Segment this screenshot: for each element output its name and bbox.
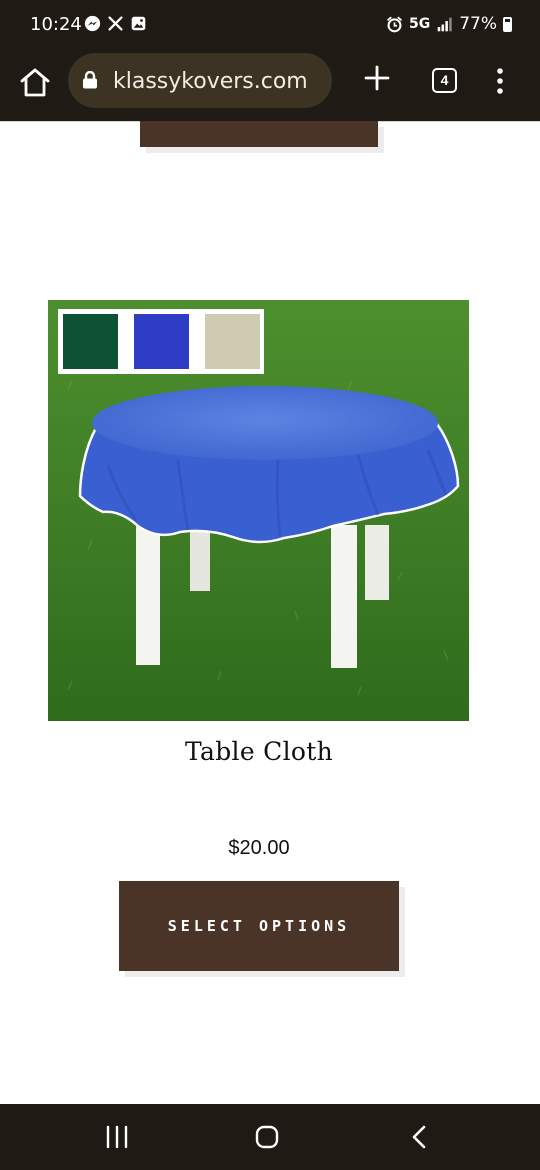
url-text: klassykovers.com	[113, 69, 308, 94]
swatch-beige[interactable]	[205, 314, 260, 369]
status-bar: 10:24 5G 77%	[0, 0, 540, 50]
recent-apps-icon[interactable]	[102, 1124, 132, 1150]
lock-icon	[83, 71, 97, 89]
status-time: 10:24	[30, 14, 82, 35]
product-price: $20.00	[228, 837, 290, 859]
battery-icon	[503, 16, 512, 32]
tabs-icon[interactable]: 4	[432, 68, 457, 93]
browser-toolbar: klassykovers.com 4	[0, 50, 540, 121]
product-image[interactable]	[48, 300, 469, 721]
swatch-blue[interactable]	[134, 314, 189, 369]
color-swatches	[58, 309, 264, 374]
navigation-bar	[0, 1104, 540, 1170]
url-bar[interactable]: klassykovers.com	[68, 53, 332, 108]
previous-product-button[interactable]	[140, 121, 378, 147]
status-right: 5G 77%	[386, 14, 512, 34]
home-circle-icon[interactable]	[252, 1124, 282, 1150]
gallery-icon	[131, 16, 146, 31]
battery-percent: 77%	[459, 14, 497, 34]
messenger-icon	[84, 15, 101, 32]
tab-count: 4	[440, 72, 449, 88]
more-vert-icon[interactable]	[494, 66, 506, 96]
back-icon[interactable]	[404, 1124, 434, 1150]
status-app-icons	[84, 15, 147, 32]
network-type: 5G	[408, 16, 431, 32]
swatch-green[interactable]	[63, 314, 118, 369]
home-icon[interactable]	[18, 66, 52, 100]
plus-icon[interactable]	[362, 63, 392, 93]
x-icon	[108, 16, 123, 31]
signal-icon	[437, 17, 452, 31]
alarm-icon	[387, 16, 402, 32]
product-title[interactable]: Table Cloth	[0, 737, 518, 766]
select-options-button[interactable]: SELECT OPTIONS	[119, 881, 399, 971]
